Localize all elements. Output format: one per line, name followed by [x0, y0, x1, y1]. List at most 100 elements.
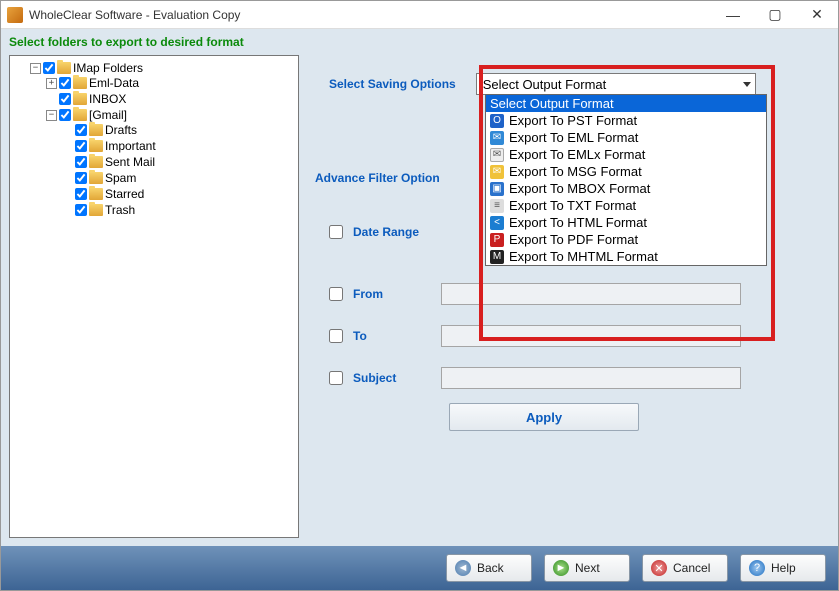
from-input[interactable]	[441, 283, 741, 305]
next-label: Next	[575, 561, 600, 575]
tree-label: Important	[105, 139, 156, 153]
folder-tree: − IMap Folders + Eml-Data	[14, 60, 294, 220]
from-checkbox[interactable]	[329, 287, 343, 301]
main-row: − IMap Folders + Eml-Data	[1, 55, 838, 546]
emlx-icon: ✉	[490, 148, 504, 162]
tree-node-drafts[interactable]: Drafts	[62, 123, 294, 137]
back-button[interactable]: ◄ Back	[446, 554, 532, 582]
date-range-checkbox[interactable]	[329, 225, 343, 239]
checkbox-sent[interactable]	[75, 156, 87, 168]
select-value: Select Output Format	[483, 77, 607, 92]
tree-label: Drafts	[105, 123, 137, 137]
output-format-dropdown[interactable]: Select Output Format O Export To PST For…	[485, 94, 767, 266]
folder-icon	[73, 109, 87, 121]
to-row: To	[329, 325, 741, 347]
dropdown-item-msg[interactable]: ✉ Export To MSG Format	[486, 163, 766, 180]
app-icon	[7, 7, 23, 23]
date-range-label: Date Range	[353, 225, 431, 239]
checkbox-drafts[interactable]	[75, 124, 87, 136]
minimize-button[interactable]: —	[712, 1, 754, 29]
folder-icon	[89, 156, 103, 168]
help-button[interactable]: ? Help	[740, 554, 826, 582]
tree-node-spam[interactable]: Spam	[62, 171, 294, 185]
to-checkbox[interactable]	[329, 329, 343, 343]
folder-icon	[73, 93, 87, 105]
txt-icon: ≡	[490, 199, 504, 213]
checkbox-trash[interactable]	[75, 204, 87, 216]
checkbox-eml-data[interactable]	[59, 77, 71, 89]
next-arrow-icon: ►	[553, 560, 569, 576]
folder-icon	[89, 172, 103, 184]
dropdown-item-placeholder[interactable]: Select Output Format	[486, 95, 766, 112]
html-icon: <	[490, 216, 504, 230]
checkbox-spam[interactable]	[75, 172, 87, 184]
checkbox-important[interactable]	[75, 140, 87, 152]
output-format-select[interactable]: Select Output Format	[476, 73, 756, 95]
checkbox-starred[interactable]	[75, 188, 87, 200]
help-label: Help	[771, 561, 796, 575]
subject-checkbox[interactable]	[329, 371, 343, 385]
dropdown-item-label: Export To MHTML Format	[509, 249, 658, 264]
from-row: From	[329, 283, 741, 305]
tree-node-important[interactable]: Important	[62, 139, 294, 153]
tree-node-eml-data[interactable]: + Eml-Data	[46, 76, 294, 90]
dropdown-item-html[interactable]: < Export To HTML Format	[486, 214, 766, 231]
expand-icon[interactable]: +	[46, 78, 57, 89]
maximize-button[interactable]: ▢	[754, 1, 796, 29]
tree-node-starred[interactable]: Starred	[62, 187, 294, 201]
folder-icon	[89, 124, 103, 136]
tree-node-gmail[interactable]: − [Gmail]	[46, 108, 294, 122]
to-input[interactable]	[441, 325, 741, 347]
spacer	[46, 94, 57, 105]
tree-node-inbox[interactable]: INBOX	[46, 92, 294, 106]
subject-input[interactable]	[441, 367, 741, 389]
tree-label: Sent Mail	[105, 155, 155, 169]
collapse-icon[interactable]: −	[30, 63, 41, 74]
tree-label: Trash	[105, 203, 135, 217]
apply-button[interactable]: Apply	[449, 403, 639, 431]
pst-icon: O	[490, 114, 504, 128]
mbox-icon: ▣	[490, 182, 504, 196]
dropdown-item-mhtml[interactable]: M Export To MHTML Format	[486, 248, 766, 265]
back-arrow-icon: ◄	[455, 560, 471, 576]
instruction-text: Select folders to export to desired form…	[1, 29, 838, 55]
tree-node-trash[interactable]: Trash	[62, 203, 294, 217]
back-label: Back	[477, 561, 504, 575]
tree-label: IMap Folders	[73, 61, 143, 75]
dropdown-item-label: Export To TXT Format	[509, 198, 636, 213]
saving-options-row: Select Saving Options Select Output Form…	[329, 73, 756, 95]
checkbox-gmail[interactable]	[59, 109, 71, 121]
dropdown-item-pdf[interactable]: P Export To PDF Format	[486, 231, 766, 248]
dropdown-item-label: Export To MSG Format	[509, 164, 642, 179]
cancel-label: Cancel	[673, 561, 710, 575]
cancel-button[interactable]: ✕ Cancel	[642, 554, 728, 582]
window-title: WholeClear Software - Evaluation Copy	[29, 8, 712, 22]
dropdown-item-mbox[interactable]: ▣ Export To MBOX Format	[486, 180, 766, 197]
checkbox-root[interactable]	[43, 62, 55, 74]
titlebar: WholeClear Software - Evaluation Copy — …	[1, 1, 838, 29]
collapse-icon[interactable]: −	[46, 110, 57, 121]
folder-icon	[89, 140, 103, 152]
dropdown-item-eml[interactable]: ✉ Export To EML Format	[486, 129, 766, 146]
app-window: WholeClear Software - Evaluation Copy — …	[0, 0, 839, 591]
advance-filter-label: Advance Filter Option	[315, 171, 440, 185]
msg-icon: ✉	[490, 165, 504, 179]
folder-tree-panel[interactable]: − IMap Folders + Eml-Data	[9, 55, 299, 538]
checkbox-inbox[interactable]	[59, 93, 71, 105]
tree-node-sent[interactable]: Sent Mail	[62, 155, 294, 169]
tree-label: Eml-Data	[89, 76, 139, 90]
dropdown-item-pst[interactable]: O Export To PST Format	[486, 112, 766, 129]
from-label: From	[353, 287, 431, 301]
dropdown-item-label: Export To EMLx Format	[509, 147, 645, 162]
close-button[interactable]: ✕	[796, 1, 838, 29]
dropdown-item-emlx[interactable]: ✉ Export To EMLx Format	[486, 146, 766, 163]
tree-node-root[interactable]: − IMap Folders	[30, 61, 294, 75]
tree-label: Spam	[105, 171, 136, 185]
next-button[interactable]: ► Next	[544, 554, 630, 582]
content-area: Select folders to export to desired form…	[1, 29, 838, 590]
dropdown-item-txt[interactable]: ≡ Export To TXT Format	[486, 197, 766, 214]
folder-icon	[57, 62, 71, 74]
folder-icon	[73, 77, 87, 89]
dropdown-item-label: Export To PST Format	[509, 113, 637, 128]
folder-icon	[89, 188, 103, 200]
